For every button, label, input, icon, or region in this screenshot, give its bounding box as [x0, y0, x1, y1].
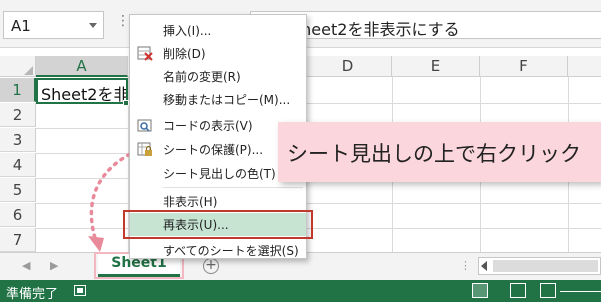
status-text: 準備完了	[6, 287, 59, 302]
row-header-5[interactable]: 5	[0, 178, 36, 202]
row-header-4[interactable]: 4	[0, 153, 36, 177]
scroll-left-icon[interactable]	[481, 261, 487, 271]
formula-text: Sheet2を非表示にする	[291, 20, 460, 39]
chevron-down-icon[interactable]	[89, 23, 97, 28]
grid-line	[36, 203, 601, 204]
column-header-e[interactable]: E	[392, 56, 480, 77]
page-layout-view-icon[interactable]	[510, 283, 526, 298]
callout-text: シート見出しの上で右クリック	[287, 142, 581, 166]
scroll-thumb[interactable]	[493, 260, 598, 272]
menu-item-label: 名前の変更(R)	[163, 70, 241, 84]
tab-nav-next-icon[interactable]: ▶	[50, 259, 58, 272]
cell-a1[interactable]: Sheet2を非表示にする	[36, 78, 128, 104]
select-all-corner[interactable]	[0, 56, 36, 77]
row-header-3[interactable]: 3	[0, 128, 36, 152]
status-bar: 準備完了	[0, 280, 601, 302]
menu-item-delete[interactable]: 削除(D)	[130, 42, 306, 65]
column-header-a[interactable]: A	[36, 56, 128, 77]
macro-record-icon[interactable]	[74, 285, 86, 296]
menu-separator	[163, 187, 303, 188]
cell-a1-value: Sheet2を非表示にする	[41, 85, 128, 104]
unhide-highlight-box	[123, 210, 313, 239]
tab-nav-prev-icon[interactable]: ◀	[22, 259, 30, 272]
menu-item-insert[interactable]: 挿入(I)...	[130, 19, 306, 42]
row-header-2[interactable]: 2	[0, 103, 36, 127]
row-header-1[interactable]: 1	[0, 78, 36, 102]
delete-sheet-icon	[137, 46, 153, 61]
zoom-slider[interactable]	[560, 291, 601, 292]
instruction-callout: シート見出しの上で右クリック	[278, 122, 601, 182]
tab-splitter[interactable]: ⋮	[460, 259, 471, 272]
column-header-d[interactable]: D	[304, 56, 392, 77]
menu-item-label: シートの保護(P)...	[163, 143, 264, 157]
row-header-6[interactable]: 6	[0, 203, 36, 227]
menu-item-label: すべてのシートを選択(S)	[163, 244, 299, 258]
menu-item-move-copy[interactable]: 移動またはコピー(M)...	[130, 88, 306, 111]
name-box-value: A1	[11, 17, 31, 35]
row-header-7[interactable]: 7	[0, 228, 36, 252]
menu-item-rename[interactable]: 名前の変更(R)	[130, 65, 306, 88]
select-all-icon	[24, 66, 33, 75]
menu-item-label: 挿入(I)...	[163, 24, 212, 38]
formula-bar-dots: ⋮	[116, 13, 130, 29]
name-box[interactable]: A1	[3, 11, 104, 39]
normal-view-icon[interactable]	[472, 283, 488, 298]
menu-item-select-all-sheets[interactable]: すべてのシートを選択(S)	[130, 239, 306, 262]
grid-line	[36, 228, 601, 229]
menu-item-label: シート見出しの色(T)	[163, 167, 276, 181]
protect-sheet-icon	[137, 142, 152, 156]
page-break-view-icon[interactable]	[540, 283, 556, 298]
column-header-f[interactable]: F	[480, 56, 568, 77]
menu-item-label: コードの表示(V)	[163, 119, 253, 133]
menu-item-label: 非表示(H)	[163, 195, 218, 209]
view-code-icon	[137, 119, 152, 132]
menu-item-label: 移動またはコピー(M)...	[163, 93, 291, 107]
horizontal-scrollbar[interactable]	[478, 257, 601, 275]
menu-item-label: 削除(D)	[163, 47, 206, 61]
